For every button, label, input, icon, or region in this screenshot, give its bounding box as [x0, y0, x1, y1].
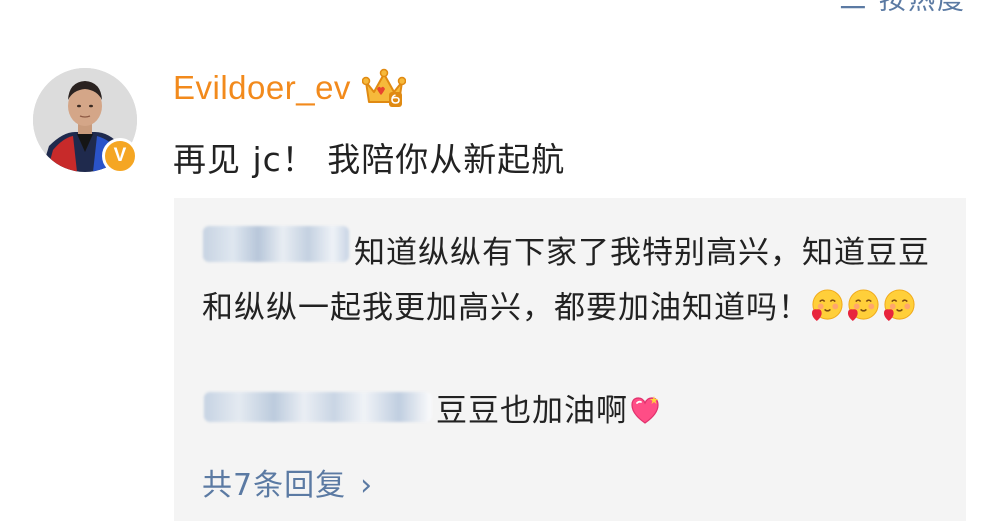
heart-emoji [631, 396, 659, 424]
verified-v-icon: V [102, 138, 138, 174]
reply-item[interactable]: 知道纵纵有下家了我特别高兴，知道豆豆和纵纵一起我更加高兴，都要加油知道吗！ [202, 226, 942, 336]
smile-heart-emoji [883, 289, 915, 322]
comment-username[interactable]: Evildoer_ev [173, 69, 351, 107]
comment-text: 再见 jc！ 我陪你从新起航 [173, 140, 566, 179]
sort-by-hot-button[interactable]: 二 按热度 [839, 0, 966, 17]
chevron-right-icon: › [360, 468, 374, 503]
more-replies-label: 共7条回复 [202, 468, 347, 503]
comment-page: 二 按热度 V Evildoer_ev 再见 jc！ 我陪你从新起航 知道纵纵有… [0, 0, 1000, 521]
reply-text: 豆豆也加油啊 [436, 393, 628, 429]
reply-item[interactable]: 豆豆也加油啊 [436, 391, 662, 431]
smile-heart-emoji [811, 289, 843, 322]
blurred-reply-author [204, 392, 432, 422]
smile-heart-emoji [847, 289, 879, 322]
replies-box[interactable]: 知道纵纵有下家了我特别高兴，知道豆豆和纵纵一起我更加高兴，都要加油知道吗！ 豆豆… [174, 198, 966, 521]
crown-vip-icon[interactable] [362, 68, 406, 110]
view-more-replies-button[interactable]: 共7条回复 › [202, 460, 373, 504]
